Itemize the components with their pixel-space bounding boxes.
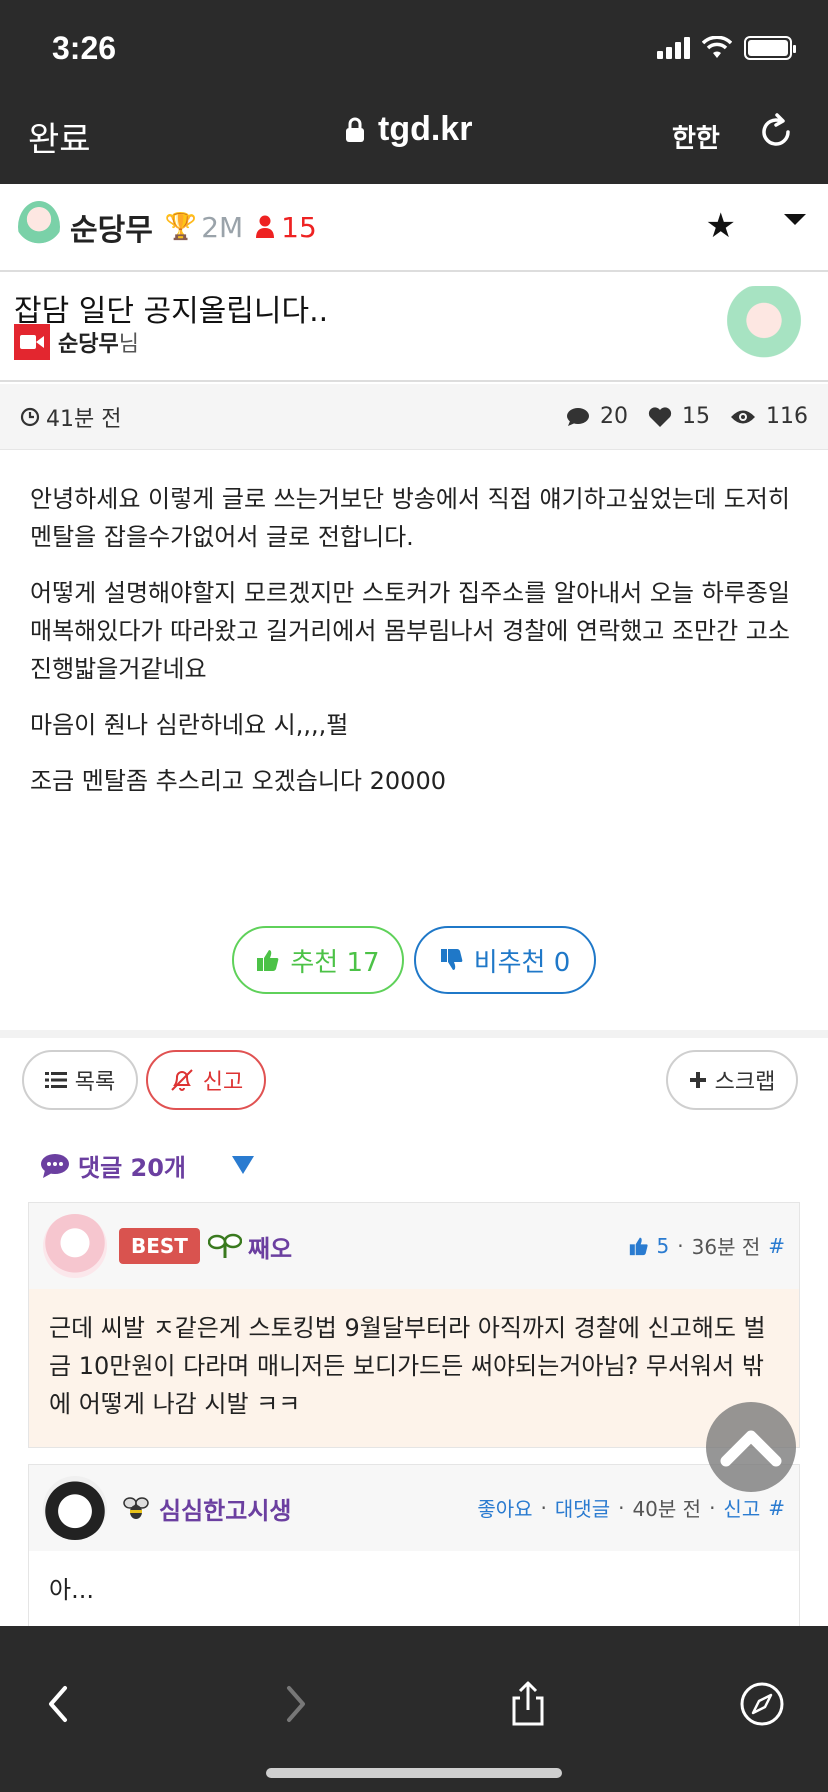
post-title-area: 잡담 일단 공지올립니다.. 순당무 님 (0, 272, 828, 382)
post-meta-bar: 41분 전 20 15 116 (0, 384, 828, 450)
best-badge: BEST (119, 1228, 200, 1264)
share-button[interactable] (502, 1678, 554, 1730)
url-bar[interactable]: tgd.kr (344, 110, 472, 149)
post-paragraph: 조금 멘탈좀 추스리고 오겠습니다 20000 (30, 767, 446, 795)
comment-like-button[interactable]: 좋아요 (477, 1493, 532, 1522)
chevron-right-icon (287, 1686, 305, 1722)
thumbs-up-icon (629, 1237, 648, 1255)
list-button[interactable]: 목록 (22, 1050, 138, 1110)
list-label: 목록 (74, 1070, 116, 1095)
chevron-left-icon (49, 1686, 67, 1722)
avatar[interactable] (43, 1214, 107, 1278)
comment-meta: 좋아요 · 대댓글 · 40분 전 · 신고 # (477, 1493, 785, 1522)
comment-time: 40분 전 (632, 1497, 702, 1521)
list-icon (44, 1072, 67, 1088)
share-icon (512, 1681, 544, 1726)
eye-icon (731, 410, 755, 423)
thumbs-down-icon (440, 949, 463, 970)
plus-icon (689, 1072, 706, 1088)
views-count: 116 (766, 404, 808, 429)
author-name[interactable]: 순당무 (70, 205, 153, 249)
chevron-down-icon[interactable] (784, 214, 806, 225)
back-button[interactable] (32, 1678, 84, 1730)
fan-count: 15 (281, 210, 317, 244)
reload-icon[interactable] (756, 112, 796, 152)
report-button[interactable]: 신고 (146, 1050, 266, 1110)
browser-top-bar: 3:26 완료 tgd.kr 한한 (0, 0, 828, 184)
streamer-character-image (722, 286, 806, 372)
battery-icon (744, 36, 796, 60)
url-text: tgd.kr (378, 110, 473, 148)
streamer-suffix: 님 (118, 332, 139, 357)
downvote-button[interactable]: 비추천 0 (414, 926, 596, 994)
caret-down-icon[interactable] (232, 1156, 254, 1174)
commenter-name[interactable]: 째오 (248, 1229, 292, 1264)
scrap-button[interactable]: 스크랩 (666, 1050, 798, 1110)
heart-icon (648, 406, 672, 427)
commenter-name[interactable]: 심심한고시생 (159, 1491, 291, 1526)
downvote-label: 비추천 0 (473, 947, 571, 978)
comment-item: 심심한고시생 좋아요 · 대댓글 · 40분 전 · 신고 # 아... (28, 1464, 800, 1644)
comment-permalink[interactable]: # (768, 1496, 785, 1520)
scroll-to-top-button[interactable] (706, 1402, 796, 1492)
comment-permalink[interactable]: # (768, 1234, 785, 1258)
clock-icon (20, 407, 40, 426)
comment-text: 근데 씨발 ㅈ같은게 스토킹법 9월달부터라 아직까지 경찰에 신고해도 벌금 … (29, 1289, 799, 1447)
bee-icon (119, 1495, 153, 1521)
comment-report-button[interactable]: 신고 (723, 1493, 760, 1522)
comment-likes[interactable]: 5 (657, 1234, 670, 1258)
chevron-up-icon (720, 1430, 782, 1467)
status-time: 3:26 (52, 30, 117, 66)
post-paragraph: 마음이 줜나 심란하네요 시,,,,펄 (30, 711, 349, 739)
compass-icon (740, 1682, 784, 1726)
forward-button[interactable] (270, 1678, 322, 1730)
post-time: 41분 전 (46, 406, 122, 432)
scrap-label: 스크랩 (714, 1070, 776, 1095)
post-paragraph: 안녕하세요 이렇게 글로 쓰는거보단 방송에서 직접 얘기하고싶었는데 도저히 … (30, 485, 790, 551)
report-label: 신고 (202, 1070, 244, 1095)
home-indicator (266, 1768, 562, 1778)
bell-slash-icon (171, 1069, 193, 1091)
streamer-line[interactable]: 순당무 님 (14, 324, 139, 360)
comment-dots-icon (41, 1153, 69, 1178)
avatar[interactable] (18, 201, 60, 253)
comment-header: BEST 째오 5 · 36분 전 # (29, 1203, 799, 1289)
comment-time: 36분 전 (691, 1235, 761, 1259)
translate-button[interactable]: 한한 (672, 118, 720, 155)
trophy-icon: 🏆 (164, 212, 198, 242)
done-button[interactable]: 완료 (28, 112, 91, 161)
thumbs-up-icon (257, 950, 279, 971)
comment-header: 심심한고시생 좋아요 · 대댓글 · 40분 전 · 신고 # (29, 1465, 799, 1551)
cellular-signal-icon (657, 37, 690, 59)
author-rank: 2M (201, 210, 244, 244)
post-paragraph: 어떻게 설명해야할지 모르겠지만 스토커가 집주소를 알아내서 오늘 하루종일 … (30, 579, 790, 683)
comment-icon (567, 407, 589, 426)
comment-reply-button[interactable]: 대댓글 (555, 1493, 610, 1522)
comment-item: BEST 째오 5 · 36분 전 # 근데 씨발 ㅈ같은게 스토킹법 9월달부… (28, 1202, 800, 1448)
likes-count: 15 (682, 404, 710, 429)
post-actions: 목록 신고 스크랩 (0, 1050, 828, 1110)
comment-meta: 5 · 36분 전 # (629, 1231, 785, 1260)
compass-button[interactable] (736, 1678, 788, 1730)
upvote-button[interactable]: 추천 17 (232, 926, 404, 994)
streamer-name: 순당무 (58, 332, 119, 357)
comments-count: 20 (600, 404, 628, 429)
section-divider (0, 1030, 828, 1038)
video-camera-icon (14, 324, 50, 360)
avatar[interactable] (43, 1476, 107, 1540)
favorite-star-icon[interactable]: ★ (706, 206, 736, 246)
vote-row: 추천 17 비추천 0 (0, 926, 828, 994)
status-icons (657, 36, 796, 60)
upvote-label: 추천 17 (290, 947, 380, 978)
comments-header[interactable]: 댓글 20개 (40, 1148, 186, 1183)
lock-icon (346, 117, 364, 142)
sprout-icon (207, 1233, 242, 1259)
comments-header-label: 댓글 20개 (78, 1154, 186, 1182)
wifi-icon (702, 36, 732, 58)
post-author-bar: 순당무 🏆 2M 15 ★ (0, 184, 828, 272)
user-icon (256, 215, 275, 238)
